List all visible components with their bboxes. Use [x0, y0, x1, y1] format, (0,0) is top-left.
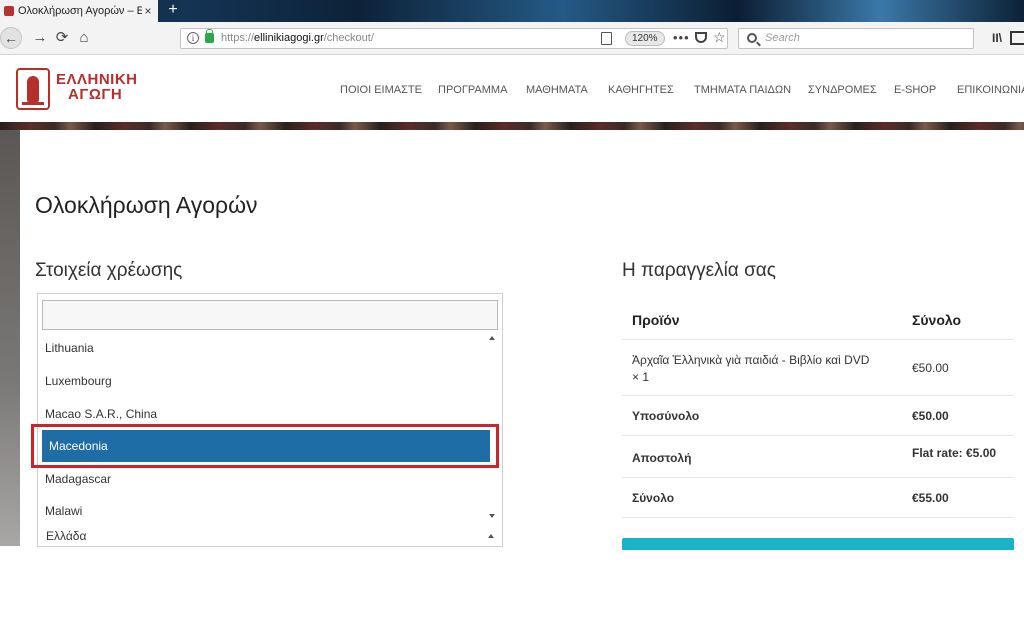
country-option-luxembourg[interactable]: Luxembourg [38, 365, 492, 397]
shipping-label: Αποστολή [632, 451, 692, 465]
lock-icon [205, 29, 214, 43]
tab-title: Ολοκλήρωση Αγορών – Ελλη [18, 5, 142, 17]
new-tab-button[interactable]: + [164, 0, 182, 22]
browser-search-bar[interactable]: Search [738, 28, 974, 49]
country-search-input[interactable] [42, 300, 498, 330]
scroll-up-icon[interactable] [489, 336, 495, 340]
background-edge [0, 130, 20, 546]
site-logo-icon[interactable] [16, 68, 50, 110]
table-row-shipping: Αποστολή Flat rate: €5.00 [622, 436, 1014, 478]
chevron-up-icon [488, 534, 494, 538]
back-button[interactable]: ← [0, 27, 22, 49]
search-placeholder: Search [765, 32, 800, 44]
header-banner-strip [0, 122, 1024, 130]
country-current-value[interactable]: Ελλάδα [38, 526, 502, 546]
nav-lessons[interactable]: ΜΑΘΗΜΑΤΑ [526, 84, 588, 96]
browser-tab-strip: Ολοκλήρωση Αγορών – Ελλη × + [0, 0, 1024, 22]
reader-view-icon[interactable] [601, 32, 612, 45]
bookmark-star-icon[interactable]: ☆ [713, 29, 726, 46]
order-item-name: Ἀρχαῖα Ἑλληνικὰ γιὰ παιδιά - Βιβλίο καὶ … [632, 353, 870, 384]
reload-button[interactable]: ⟳ [52, 28, 72, 48]
billing-heading: Στοιχεία χρέωσης [35, 260, 183, 281]
order-table-header: Προϊόν Σύνολο [622, 300, 1014, 340]
forward-button[interactable]: → [30, 28, 50, 48]
nav-about[interactable]: ΠΟΙΟΙ ΕΙΜΑΣΤΕ [340, 84, 422, 96]
dropdown-scrollbar[interactable] [486, 332, 500, 522]
country-option-macao[interactable]: Macao S.A.R., China [38, 398, 492, 430]
table-row-subtotal: Υποσύνολο €50.00 [622, 396, 1014, 436]
nav-program[interactable]: ΠΡΟΓΡΑΜΜΑ [438, 84, 507, 96]
page-actions-icon[interactable]: ••• [673, 30, 690, 45]
search-icon [747, 33, 757, 43]
country-option-malawi[interactable]: Malawi [38, 495, 492, 527]
country-options-list[interactable]: Lithuania Luxembourg Macao S.A.R., China… [38, 332, 492, 520]
url-bar[interactable]: i https://ellinikiagogi.gr/checkout/ 120… [180, 28, 728, 49]
browser-tab-checkout[interactable]: Ολοκλήρωση Αγορών – Ελλη × [0, 0, 158, 22]
country-option-macedonia[interactable]: Macedonia [42, 430, 490, 462]
country-dropdown[interactable]: Lithuania Luxembourg Macao S.A.R., China… [37, 293, 503, 547]
home-button[interactable]: ⌂ [74, 28, 94, 48]
subtotal-label: Υποσύνολο [632, 409, 700, 423]
zoom-level-badge[interactable]: 120% [625, 31, 665, 46]
shipping-value: Flat rate: €5.00 [912, 446, 997, 460]
column-product: Προϊόν [632, 312, 680, 328]
order-item-total: €50.00 [912, 361, 949, 375]
nav-teachers[interactable]: ΚΑΘΗΓΗΤΕΣ [608, 84, 674, 96]
country-option-madagascar[interactable]: Madagascar [38, 463, 492, 495]
browser-toolbar: ← → ⟳ ⌂ i https://ellinikiagogi.gr/check… [0, 22, 1024, 55]
scroll-down-icon[interactable] [489, 514, 495, 518]
table-row-item: Ἀρχαῖα Ἑλληνικὰ γιὰ παιδιά - Βιβλίο καὶ … [622, 340, 1014, 396]
nav-subscriptions[interactable]: ΣΥΝΔΡΟΜΕΣ [808, 84, 877, 96]
sidebar-toggle-icon[interactable] [1010, 31, 1024, 45]
total-label: Σύνολο [632, 491, 675, 505]
nav-contact[interactable]: ΕΠΙΚΟΙΝΩΝΙΑ [957, 84, 1024, 96]
order-heading: Η παραγγελία σας [622, 260, 776, 281]
library-icon[interactable]: II\ [992, 31, 1002, 45]
column-total: Σύνολο [912, 312, 962, 328]
nav-eshop[interactable]: E-SHOP [894, 84, 936, 96]
site-header: ΕΛΛΗΝΙΚΗ ΑΓΩΓΗ ΠΟΙΟΙ ΕΙΜΑΣΤΕ ΠΡΟΓΡΑΜΜΑ Μ… [0, 56, 1024, 122]
site-info-icon[interactable]: i [187, 32, 199, 44]
site-logo-text[interactable]: ΕΛΛΗΝΙΚΗ ΑΓΩΓΗ [56, 72, 138, 102]
page-title: Ολοκλήρωση Αγορών [35, 192, 258, 218]
country-option-lithuania[interactable]: Lithuania [38, 332, 492, 364]
nav-children[interactable]: ΤΜΗΜΑΤΑ ΠΑΙΔΩΝ [694, 84, 791, 96]
subtotal-value: €50.00 [912, 409, 949, 423]
total-value: €55.00 [912, 491, 949, 505]
url-text[interactable]: https://ellinikiagogi.gr/checkout/ [221, 32, 374, 44]
place-order-button[interactable] [622, 538, 1014, 550]
table-row-total: Σύνολο €55.00 [622, 478, 1014, 518]
site-favicon-icon [4, 6, 14, 16]
pocket-icon[interactable] [695, 32, 707, 43]
tab-close-icon[interactable]: × [142, 4, 154, 18]
